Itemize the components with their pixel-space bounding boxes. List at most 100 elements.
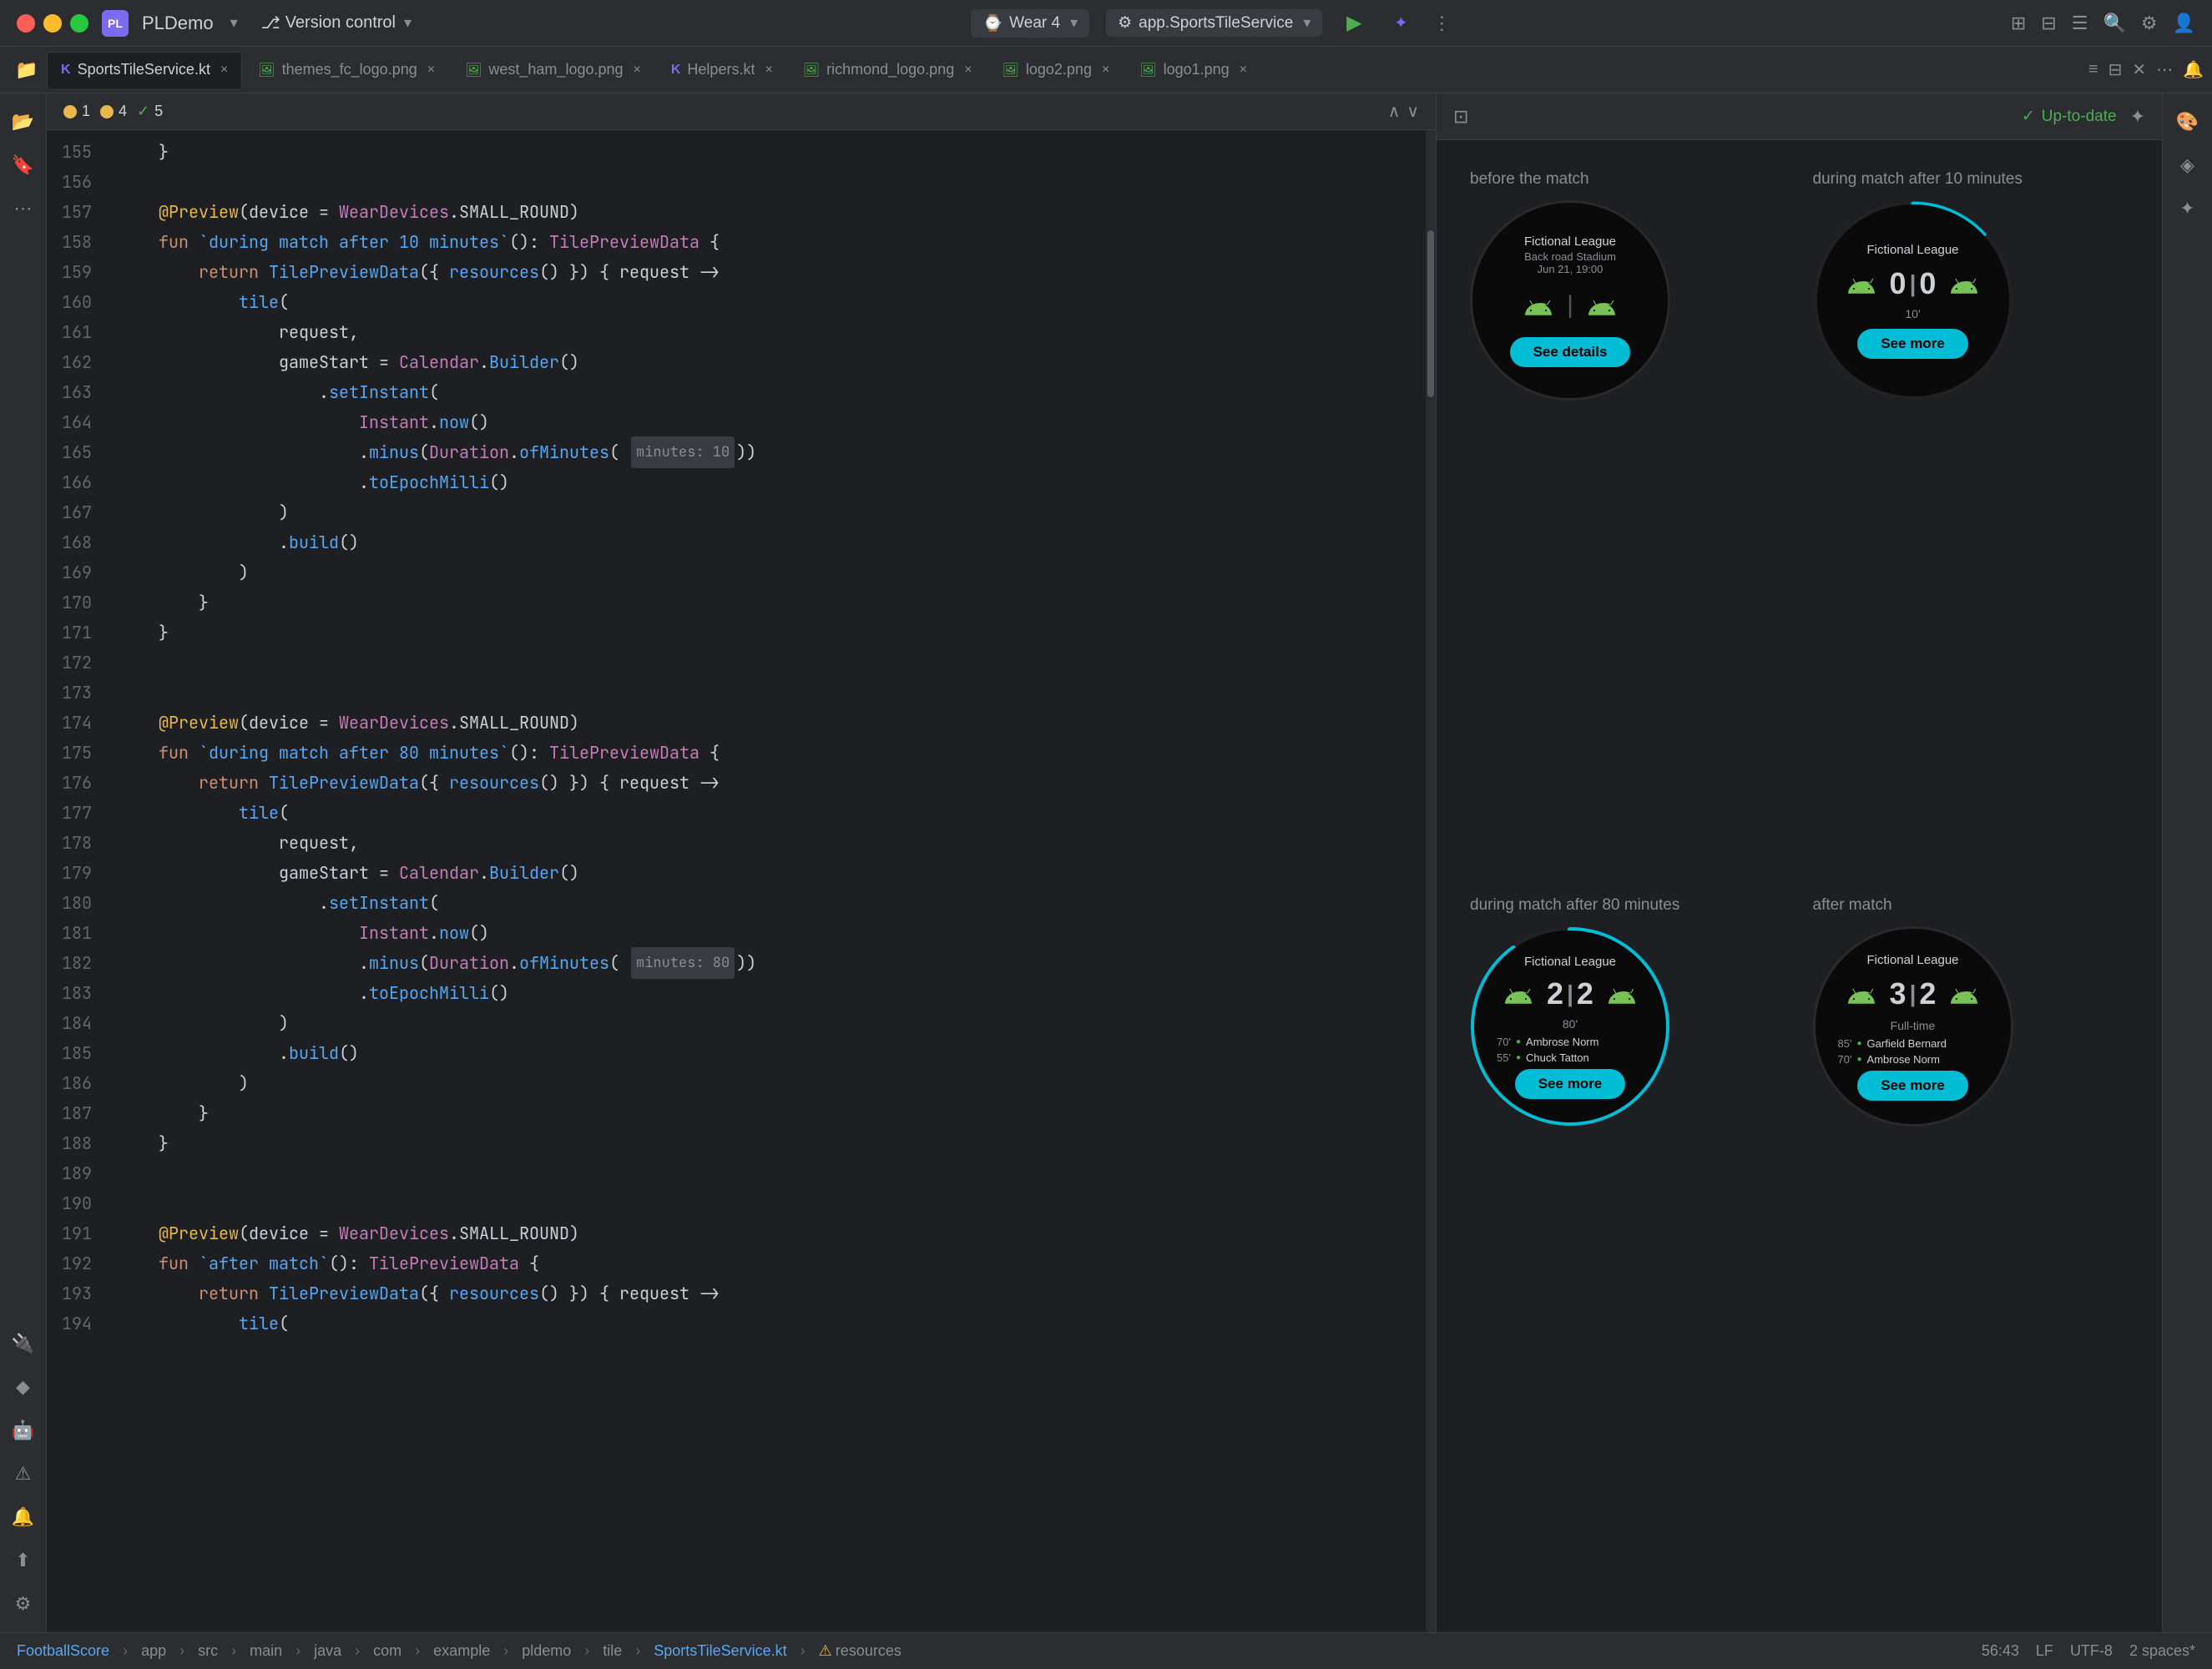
breadcrumb-sep-4: › — [295, 1642, 300, 1660]
device-selector[interactable]: ⌚ Wear 4 ▾ — [971, 9, 1089, 38]
sidebar-item-warnings[interactable]: ⚠ — [5, 1455, 42, 1492]
right-icon-2[interactable]: ◈ — [2169, 147, 2206, 184]
chevron-down[interactable]: ∨ — [1406, 101, 1419, 122]
tab-close-icon[interactable]: × — [634, 63, 641, 78]
tab-close-icon[interactable]: × — [1102, 63, 1109, 78]
sidebar-item-bookmarks[interactable]: 🔖 — [5, 147, 42, 184]
breadcrumb-example[interactable]: example — [433, 1642, 490, 1660]
more-button[interactable]: ⋮ — [1432, 13, 1451, 34]
breadcrumb-sep-7: › — [503, 1642, 508, 1660]
device-dropdown-arrow[interactable]: ▾ — [1070, 14, 1078, 32]
see-details-button[interactable]: See details — [1510, 337, 1631, 367]
scrollbar-track[interactable] — [1426, 130, 1436, 1632]
see-more-button-2[interactable]: See more — [1515, 1069, 1626, 1099]
code-line-165: .minus(Duration.ofMinutes( minutes: 10)) — [119, 437, 1426, 467]
warning-dot-2 — [100, 105, 114, 118]
toolbar-icon-1[interactable]: ⊞ — [2011, 13, 2026, 34]
breadcrumb-pldemo[interactable]: pldemo — [522, 1642, 571, 1660]
version-control-label: Version control — [285, 13, 396, 33]
error-bar-right: ∧ ∨ — [1388, 101, 1419, 122]
minimize-button[interactable] — [43, 14, 62, 33]
debug-button[interactable]: ✦ — [1386, 8, 1416, 38]
profile-icon[interactable]: 👤 — [2173, 13, 2195, 34]
close-tab-icon[interactable]: ✕ — [2132, 59, 2146, 80]
preview-toggle-icon[interactable]: ⊡ — [1453, 106, 1468, 128]
tab-logo1[interactable]: 🖼 logo1.png × — [1125, 52, 1261, 88]
breadcrumb-main[interactable]: main — [250, 1642, 282, 1660]
tab-west-ham-logo[interactable]: 🖼 west_ham_logo.png × — [451, 52, 655, 88]
sidebar-item-notifications[interactable]: 🔔 — [5, 1499, 42, 1535]
warnings-icon: ⚠ — [15, 1463, 32, 1485]
code-scroll[interactable]: 155 156 157 158 159 160 161 162 163 164 … — [47, 130, 1436, 1632]
breadcrumb-football[interactable]: FootballScore — [17, 1642, 109, 1660]
see-more-button-3[interactable]: See more — [1857, 1071, 1968, 1101]
search-icon[interactable]: 🔍 — [2103, 13, 2125, 34]
toolbar-icon-2[interactable]: ⊟ — [2041, 13, 2056, 34]
code-line-186: ) — [119, 1068, 1426, 1098]
breadcrumb-sep-3: › — [231, 1642, 236, 1660]
sidebar-item-deploy[interactable]: ⬆ — [5, 1542, 42, 1579]
tab-richmond-logo[interactable]: 🖼 richmond_logo.png × — [789, 52, 987, 88]
breadcrumb-tile[interactable]: tile — [603, 1642, 622, 1660]
expand-icon[interactable]: ⋯ — [2156, 59, 2173, 80]
watch-teams-2: 2 | 2 — [1500, 976, 1640, 1012]
service-selector[interactable]: ⚙ app.SportsTileService ▾ — [1106, 9, 1322, 37]
scorer-name-4: Ambrose Norm — [1867, 1053, 1940, 1066]
watch-face-after: Fictional League 3 | 2 — [1813, 926, 2013, 1127]
tab-logo2[interactable]: 🖼 logo2.png × — [988, 52, 1124, 88]
breadcrumb-src[interactable]: src — [198, 1642, 218, 1660]
watch-face-10min: Fictional League 0 | 0 — [1817, 204, 2009, 396]
service-dropdown-arrow[interactable]: ▾ — [1303, 14, 1311, 32]
tab-sports-tile-service[interactable]: K SportsTileService.kt × — [47, 52, 242, 88]
tab-close-icon[interactable]: × — [220, 63, 228, 78]
sidebar-item-plugins[interactable]: 🔌 — [5, 1325, 42, 1362]
code-line-189 — [119, 1158, 1426, 1188]
close-button[interactable] — [17, 14, 35, 33]
folder-button[interactable]: 📁 — [8, 52, 45, 88]
up-to-date: ✓ Up-to-date — [2022, 107, 2117, 126]
code-line-167: ) — [119, 497, 1426, 527]
notification-icon[interactable]: 🔔 — [2183, 59, 2204, 80]
preview-cell-10min: during match after 10 minutes Fictional … — [1800, 160, 2143, 886]
tab-list-icon[interactable]: ≡ — [2088, 60, 2098, 79]
tab-close-icon[interactable]: × — [1240, 63, 1247, 78]
sidebar-item-android[interactable]: 🤖 — [5, 1412, 42, 1449]
breadcrumb-com[interactable]: com — [373, 1642, 401, 1660]
bookmarks-icon: 🔖 — [12, 154, 34, 176]
split-icon[interactable]: ⊟ — [2108, 59, 2123, 80]
chevron-up[interactable]: ∧ — [1388, 101, 1401, 122]
tab-close-icon[interactable]: × — [964, 63, 972, 78]
img-icon: 🖼 — [1002, 62, 1019, 78]
breadcrumb-file[interactable]: SportsTileService.kt — [654, 1642, 786, 1660]
right-icon-3[interactable]: ✦ — [2169, 190, 2206, 227]
score-divider: | — [1567, 291, 1573, 320]
tab-label: themes_fc_logo.png — [282, 61, 417, 78]
sidebar-item-settings[interactable]: ⚙ — [5, 1586, 42, 1622]
breadcrumb-app[interactable]: app — [141, 1642, 166, 1660]
check-count-5: 5 — [154, 103, 163, 120]
tab-helpers[interactable]: K Helpers.kt × — [657, 52, 787, 88]
sidebar-item-design[interactable]: ◆ — [5, 1369, 42, 1405]
scrollbar-thumb[interactable] — [1427, 230, 1434, 397]
img-icon: 🖼 — [803, 62, 820, 78]
settings-icon[interactable]: ⚙ — [2141, 13, 2158, 34]
titlebar-center: ⌚ Wear 4 ▾ ⚙ app.SportsTileService ▾ ▶ ✦… — [425, 8, 1997, 38]
tab-close-icon[interactable]: × — [765, 63, 772, 78]
tab-themes-logo[interactable]: 🖼 themes_fc_logo.png × — [244, 52, 449, 88]
run-button[interactable]: ▶ — [1339, 8, 1369, 38]
watch-scorers-3: 85' ● Garfield Bernard 70' ● Ambrose Nor… — [1816, 1037, 2011, 1066]
see-more-button-1[interactable]: See more — [1857, 329, 1968, 359]
toolbar-icon-3[interactable]: ☰ — [2072, 13, 2088, 34]
version-control-arrow[interactable]: ▾ — [404, 14, 412, 32]
version-control[interactable]: ⎇ Version control ▾ — [261, 13, 412, 33]
breadcrumb-resources[interactable]: ⚠resources — [819, 1642, 901, 1660]
add-preview-icon[interactable]: ✦ — [2130, 106, 2145, 128]
app-dropdown-arrow[interactable]: ▾ — [230, 14, 238, 32]
right-icon-1[interactable]: 🎨 — [2169, 103, 2206, 140]
breadcrumb-java[interactable]: java — [314, 1642, 341, 1660]
maximize-button[interactable] — [70, 14, 88, 33]
sidebar-item-more[interactable]: ⋯ — [5, 190, 42, 227]
scorer-min-4: 70' — [1827, 1053, 1852, 1066]
sidebar-item-project[interactable]: 📂 — [5, 103, 42, 140]
tab-close-icon[interactable]: × — [427, 63, 435, 78]
